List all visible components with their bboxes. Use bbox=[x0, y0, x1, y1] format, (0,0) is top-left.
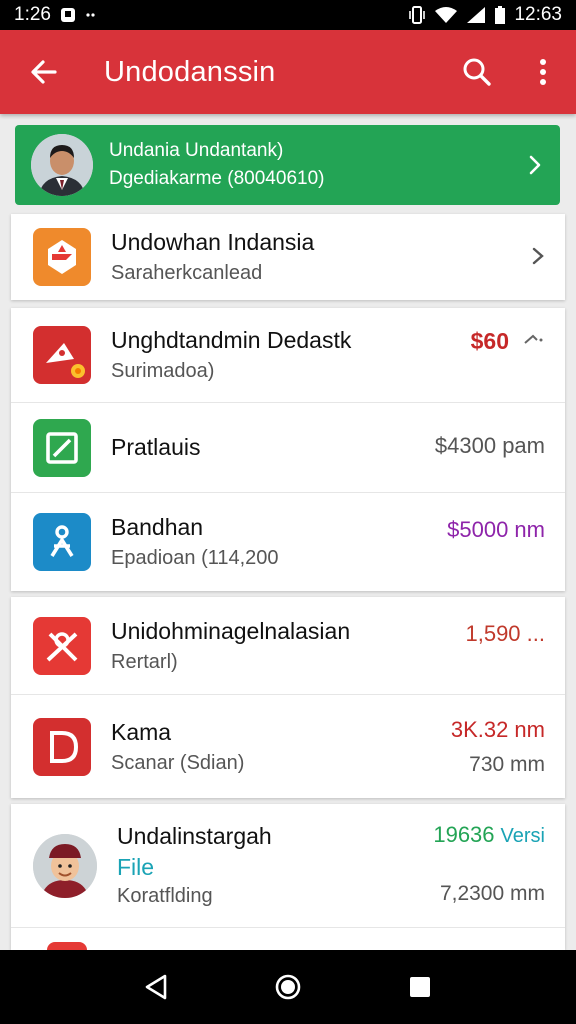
app-icon bbox=[33, 326, 91, 384]
notification-icon bbox=[59, 6, 77, 24]
nav-recents-icon bbox=[410, 977, 430, 997]
more-dots-icon bbox=[85, 12, 99, 18]
app-icon bbox=[33, 513, 91, 571]
item-title: Bandhan bbox=[111, 514, 204, 540]
item-subtitle: Epadioan (114,200 bbox=[111, 547, 279, 569]
nav-back-button[interactable] bbox=[126, 957, 186, 1017]
chevron-right-icon bbox=[531, 246, 545, 271]
list-item-partial bbox=[11, 928, 565, 950]
profile-banner[interactable]: Undania Undantank) Dgediakarme (80040610… bbox=[15, 125, 560, 205]
item-title: Pratlauis bbox=[111, 434, 201, 460]
item-subtitle: Koratflding bbox=[117, 885, 213, 907]
item-version-label: Versi bbox=[500, 825, 545, 847]
expand-icon[interactable] bbox=[523, 332, 545, 351]
featured-card[interactable]: Undowhan Indansia Saraherkcanlead bbox=[11, 214, 565, 300]
nav-back-icon bbox=[145, 974, 167, 1000]
app-icon bbox=[33, 616, 91, 675]
nav-home-button[interactable] bbox=[258, 957, 318, 1017]
signal-icon bbox=[466, 6, 486, 24]
app-icon bbox=[33, 228, 91, 286]
list-card: Undalinstargah File Koratflding 19636 Ve… bbox=[11, 804, 565, 950]
back-button[interactable] bbox=[12, 30, 76, 114]
screen: 1:26 12:63 Undodanssin Undania Undantank… bbox=[0, 0, 576, 1024]
list-card: Unghdtandmin Dedastk Surimadoa) $60 Prat… bbox=[11, 308, 565, 591]
battery-icon bbox=[494, 5, 506, 25]
item-title: Undowhan Indansia bbox=[111, 229, 315, 255]
list-item[interactable]: Unidohminagelnalasian Rertarl) 1,590 ... bbox=[11, 597, 565, 695]
chevron-right-icon bbox=[510, 154, 560, 176]
app-icon bbox=[33, 418, 91, 477]
list-item[interactable]: Pratlauis $4300 pam bbox=[11, 403, 565, 493]
status-clock: 12:63 bbox=[514, 4, 562, 25]
page-title: Undodanssin bbox=[104, 55, 276, 88]
vibrate-icon bbox=[408, 5, 426, 25]
item-title: Undalinstargah bbox=[117, 823, 272, 849]
app-icon bbox=[33, 717, 91, 776]
item-subtitle: Surimadoa) bbox=[111, 360, 215, 382]
banner-title: Undania Undantank) bbox=[109, 140, 284, 161]
banner-subtitle: Dgediakarme (80040610) bbox=[109, 168, 325, 189]
item-title: Unidohminagelnalasian bbox=[111, 617, 351, 644]
item-price: 3K.32 nm bbox=[450, 717, 545, 742]
wifi-icon bbox=[434, 6, 458, 24]
search-icon bbox=[463, 58, 491, 86]
navigation-bar bbox=[0, 950, 576, 1024]
item-size: 730 mm bbox=[469, 753, 545, 776]
item-version: 19636 bbox=[433, 822, 495, 847]
item-subtitle: Scanar (Sdian) bbox=[111, 751, 245, 774]
arrow-left-icon bbox=[31, 60, 57, 84]
app-bar: Undodanssin bbox=[0, 30, 576, 114]
nav-home-icon bbox=[275, 974, 301, 1000]
avatar bbox=[31, 134, 93, 196]
item-size: 7,2300 mm bbox=[439, 882, 545, 905]
list-item[interactable]: Bandhan Epadioan (114,200 $5000 nm bbox=[11, 493, 565, 591]
more-vert-icon bbox=[540, 59, 546, 85]
list-item[interactable]: Undalinstargah File Koratflding 19636 Ve… bbox=[11, 804, 565, 928]
item-price: $5000 nm bbox=[447, 517, 545, 542]
item-subtitle: Rertarl) bbox=[111, 650, 178, 673]
item-price: $4300 pam bbox=[434, 433, 545, 458]
avatar bbox=[33, 833, 97, 898]
item-title: Unghdtandmin Dedastk bbox=[111, 327, 352, 353]
item-price: $60 bbox=[470, 328, 509, 354]
list-item[interactable]: Unghdtandmin Dedastk Surimadoa) $60 bbox=[11, 308, 565, 403]
list-item[interactable]: Kama Scanar (Sdian) 3K.32 nm 730 mm bbox=[11, 695, 565, 798]
overflow-menu-button[interactable] bbox=[510, 30, 576, 114]
item-subtitle: Saraherkcanlead bbox=[111, 262, 263, 284]
list-card: Unidohminagelnalasian Rertarl) 1,590 ...… bbox=[11, 597, 565, 798]
search-button[interactable] bbox=[444, 30, 510, 114]
list-item[interactable]: Undowhan Indansia Saraherkcanlead bbox=[11, 214, 565, 300]
item-title: Kama bbox=[111, 718, 172, 745]
item-tag: File bbox=[117, 854, 155, 880]
status-bar: 1:26 12:63 bbox=[0, 0, 576, 30]
nav-recents-button[interactable] bbox=[390, 957, 450, 1017]
status-time: 1:26 bbox=[14, 4, 51, 25]
item-price: 1,590 ... bbox=[465, 621, 545, 646]
